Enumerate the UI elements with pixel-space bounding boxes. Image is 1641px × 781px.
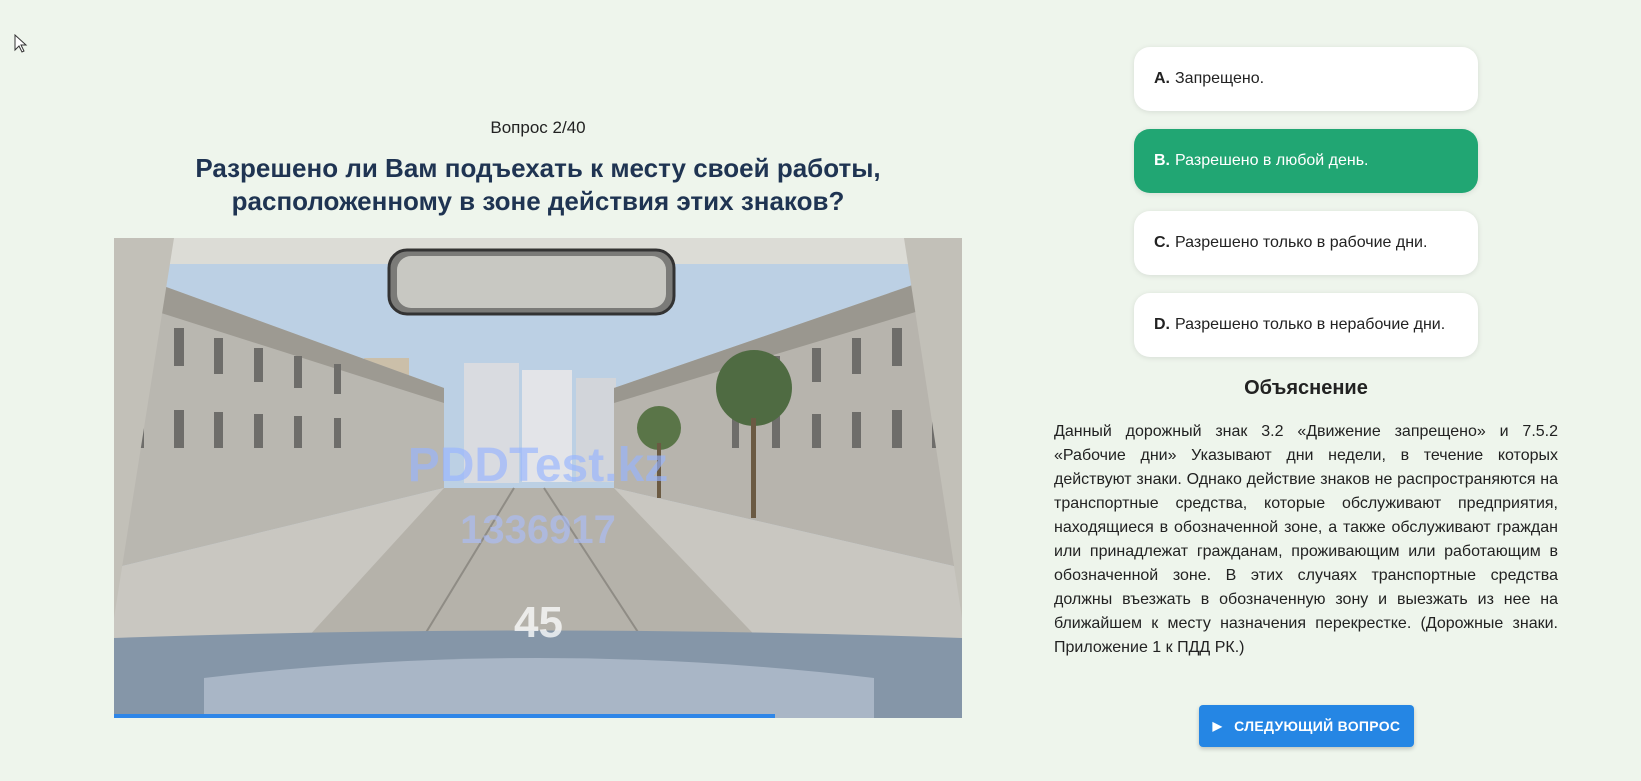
explanation-text: Данный дорожный знак 3.2 «Движение запре… [1054,423,1558,656]
answer-options: A. Запрещено. B. Разрешено в любой день.… [1134,47,1478,357]
question-video[interactable]: PDDTest.kz 1336917 45 [114,238,962,718]
speed-readout: 45 [514,598,563,647]
answer-option-b[interactable]: B. Разрешено в любой день. [1134,129,1478,193]
option-text: Запрещено. [1175,70,1265,87]
question-text: Разрешено ли Вам подъехать к месту своей… [195,153,881,216]
play-icon: ▶ [1212,719,1223,733]
option-letter: D. [1154,316,1170,333]
answers-panel: A. Запрещено. B. Разрешено в любой день.… [1054,47,1558,747]
explanation-title: Объяснение [1244,377,1368,399]
option-letter: B. [1154,152,1170,169]
question-panel: Вопрос 2/40 Разрешено ли Вам подъехать к… [114,118,962,718]
option-letter: C. [1154,234,1170,251]
watermark-id: 1336917 [460,508,616,552]
answer-option-a[interactable]: A. Запрещено. [1134,47,1478,111]
answer-option-d[interactable]: D. Разрешено только в нерабочие дни. [1134,293,1478,357]
option-text: Разрешено в любой день. [1175,152,1369,169]
video-progress-fill [114,714,776,718]
option-text: Разрешено только в нерабочие дни. [1175,316,1446,333]
next-question-label: СЛЕДУЮЩИЙ ВОПРОС [1234,718,1401,734]
video-progress-bar[interactable] [114,714,962,718]
option-text: Разрешено только в рабочие дни. [1175,234,1428,251]
mouse-pointer-icon [14,34,28,53]
answer-option-c[interactable]: C. Разрешено только в рабочие дни. [1134,211,1478,275]
next-question-button[interactable]: ▶ СЛЕДУЮЩИЙ ВОПРОС [1199,705,1414,747]
option-letter: A. [1154,70,1170,87]
watermark-site: PDDTest.kz [407,439,669,492]
question-counter: Вопрос 2/40 [490,118,586,137]
